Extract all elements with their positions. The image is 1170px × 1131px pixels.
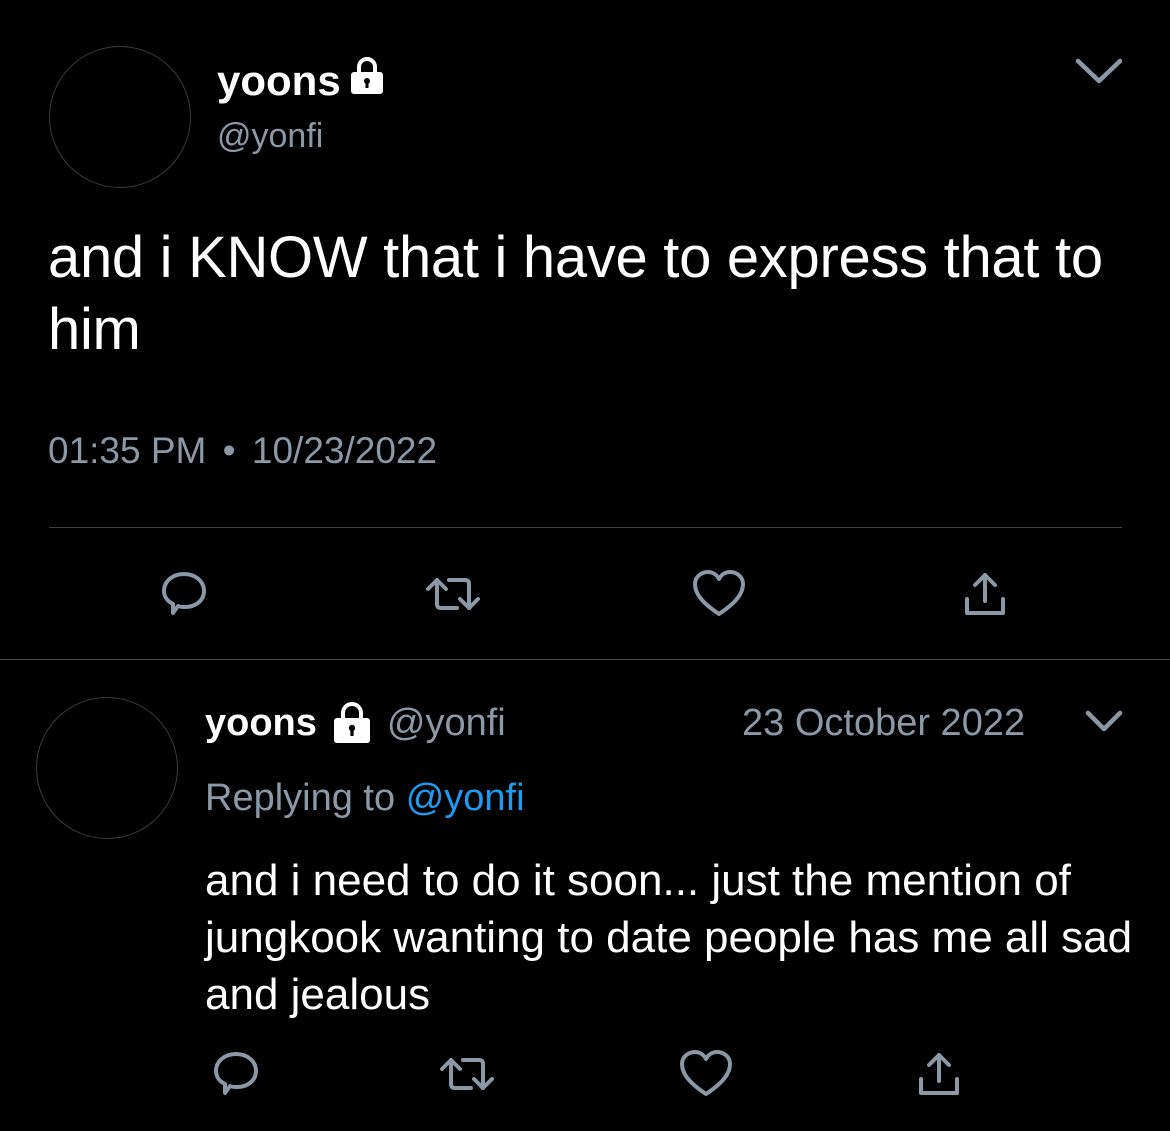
replying-to-label: Replying to	[205, 777, 396, 819]
handle[interactable]: @yonfi	[217, 116, 323, 156]
tweet-date: 10/23/2022	[251, 430, 438, 471]
retweet-icon[interactable]	[436, 1047, 498, 1101]
tweet-text: and i KNOW that i have to express that t…	[48, 225, 1103, 362]
share-icon[interactable]	[912, 1047, 966, 1101]
reply-icon[interactable]	[208, 1045, 264, 1101]
share-icon[interactable]	[958, 567, 1012, 621]
tweet-date[interactable]: 23 October 2022	[742, 700, 1025, 746]
mention-link[interactable]: @yonfi	[406, 777, 525, 819]
avatar[interactable]	[49, 46, 191, 188]
tweet-timestamp: 01:35 PM • 10/23/2022	[48, 428, 437, 474]
lock-icon	[348, 56, 386, 106]
display-name[interactable]: yoons	[205, 702, 317, 745]
chevron-down-icon[interactable]	[1074, 56, 1124, 91]
replying-to: Replying to @yonfi	[205, 775, 525, 821]
tweet-time: 01:35 PM	[48, 430, 207, 471]
divider	[49, 527, 1122, 528]
chevron-down-icon[interactable]	[1084, 708, 1124, 739]
avatar[interactable]	[36, 697, 178, 839]
display-name-text: yoons	[217, 57, 341, 104]
heart-icon[interactable]	[689, 567, 749, 621]
reply-header: yoons @yonfi	[205, 700, 506, 746]
reply-icon[interactable]	[156, 565, 212, 621]
meta-separator: •	[222, 430, 236, 471]
thread-divider	[0, 659, 1170, 660]
handle[interactable]: @yonfi	[387, 702, 506, 745]
retweet-icon[interactable]	[422, 567, 484, 621]
tweet-text: and i need to do it soon... just the men…	[205, 856, 1133, 1019]
lock-icon	[331, 701, 373, 745]
display-name[interactable]: yoons	[217, 56, 386, 106]
heart-icon[interactable]	[676, 1047, 736, 1101]
